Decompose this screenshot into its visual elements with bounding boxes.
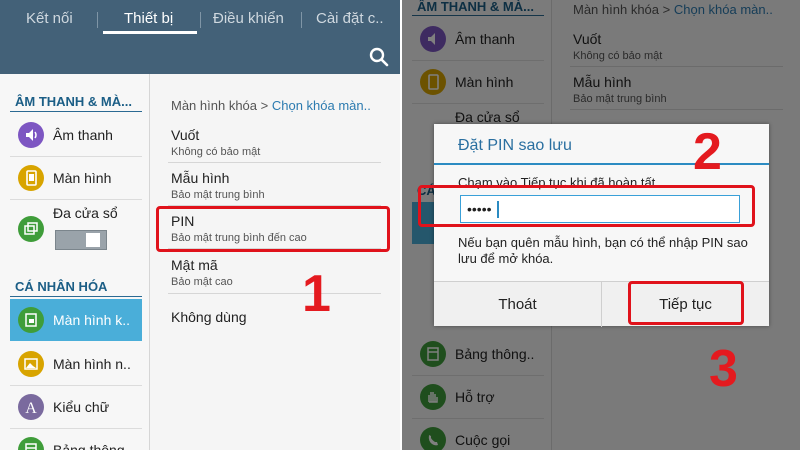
sidebar-item-wallpaper[interactable]: Màn hình n.. bbox=[10, 343, 142, 385]
sidebar-item-label: Màn hình k.. bbox=[53, 312, 131, 328]
speaker-icon bbox=[18, 122, 44, 148]
font-icon: A bbox=[18, 394, 44, 420]
breadcrumb: Màn hình khóa > Chọn khóa màn.. bbox=[171, 98, 371, 113]
sidebar-item-font[interactable]: A Kiểu chữ bbox=[10, 386, 142, 428]
tab-bar: Kết nối Thiết bị Điều khiển Cài đặt c.. bbox=[0, 0, 400, 38]
step-number-3: 3 bbox=[709, 340, 738, 398]
search-icon[interactable] bbox=[367, 45, 391, 69]
sidebar-item-label: Đa cửa sổ bbox=[53, 205, 118, 221]
svg-text:A: A bbox=[25, 400, 37, 417]
section-title-personalization: CÁ NHÂN HÓA bbox=[15, 279, 108, 294]
dialog-hint: Nếu bạn quên mẫu hình, bạn có thể nhập P… bbox=[458, 235, 748, 266]
option-title: Mẫu hình bbox=[171, 170, 230, 186]
multi-window-toggle[interactable] bbox=[55, 230, 107, 250]
multi-window-icon bbox=[18, 216, 44, 242]
option-pattern[interactable]: Mẫu hình Bảo mật trung bình bbox=[171, 170, 265, 201]
section-divider bbox=[10, 111, 142, 112]
cancel-button[interactable]: Thoát bbox=[434, 282, 601, 327]
tab-device[interactable]: Thiết bị bbox=[124, 10, 173, 27]
left-screen: Kết nối Thiết bị Điều khiển Cài đặt c.. … bbox=[0, 0, 400, 450]
option-title: Vuốt bbox=[171, 127, 200, 143]
dialog-title: Đặt PIN sao lưu bbox=[458, 137, 572, 154]
sidebar-item-lock-screen[interactable]: Màn hình k.. bbox=[10, 299, 142, 341]
tab-controls[interactable]: Điều khiển bbox=[213, 10, 284, 27]
top-bar: Kết nối Thiết bị Điều khiển Cài đặt c.. bbox=[0, 0, 400, 74]
sidebar-item-label: Màn hình bbox=[53, 170, 112, 186]
toggle-knob bbox=[86, 233, 100, 247]
tab-separator bbox=[301, 12, 302, 28]
tab-separator bbox=[97, 12, 98, 28]
highlight-box-continue bbox=[628, 281, 744, 325]
step-number-2: 2 bbox=[693, 123, 722, 181]
sidebar-item-label: Kiểu chữ bbox=[53, 399, 110, 415]
option-none[interactable]: Không dùng bbox=[171, 309, 247, 325]
sidebar-item-label: Màn hình n.. bbox=[53, 356, 131, 372]
divider bbox=[168, 293, 381, 294]
option-password[interactable]: Mật mã Bảo mật cao bbox=[171, 257, 233, 288]
breadcrumb-parent[interactable]: Màn hình khóa bbox=[171, 98, 257, 113]
sidebar-item-label: Bảng thông.. bbox=[53, 442, 133, 450]
section-divider bbox=[10, 296, 142, 297]
sidebar-item-display[interactable]: Màn hình bbox=[10, 157, 142, 199]
breadcrumb-separator: > bbox=[260, 98, 269, 113]
lock-screen-icon bbox=[18, 307, 44, 333]
option-subtitle: Không có bảo mật bbox=[171, 146, 261, 158]
option-title: Mật mã bbox=[171, 257, 218, 273]
tab-general-settings[interactable]: Cài đặt c.. bbox=[316, 10, 384, 27]
wallpaper-icon bbox=[18, 351, 44, 377]
step-number-1: 1 bbox=[302, 265, 331, 323]
tab-connections[interactable]: Kết nối bbox=[26, 10, 73, 27]
section-title-sound-display: ÂM THANH & MÀ... bbox=[15, 94, 132, 109]
tab-separator bbox=[200, 12, 201, 28]
sidebar-item-sound[interactable]: Âm thanh bbox=[10, 114, 142, 156]
right-screen: ÂM THANH & MÀ... Âm thanh Màn hình Đa cử… bbox=[402, 0, 800, 450]
lock-type-panel: Màn hình khóa > Chọn khóa màn.. Vuốt Khô… bbox=[151, 74, 400, 450]
highlight-box-pin bbox=[156, 206, 390, 252]
option-subtitle: Bảo mật trung bình bbox=[171, 189, 265, 201]
option-swipe[interactable]: Vuốt Không có bảo mật bbox=[171, 127, 260, 158]
highlight-box-pin-input bbox=[418, 185, 755, 227]
sidebar-item-label: Âm thanh bbox=[53, 127, 113, 143]
active-tab-indicator bbox=[103, 31, 197, 34]
sidebar-item-notification-panel[interactable]: Bảng thông.. bbox=[10, 429, 142, 450]
divider bbox=[168, 162, 381, 163]
option-title: Không dùng bbox=[171, 309, 247, 325]
settings-sidebar: ÂM THANH & MÀ... Âm thanh Màn hình Đa cử… bbox=[0, 74, 150, 450]
phone-screen-icon bbox=[18, 165, 44, 191]
option-subtitle: Bảo mật cao bbox=[171, 276, 233, 288]
notification-panel-icon bbox=[18, 437, 44, 450]
breadcrumb-current: Chọn khóa màn.. bbox=[271, 98, 371, 113]
